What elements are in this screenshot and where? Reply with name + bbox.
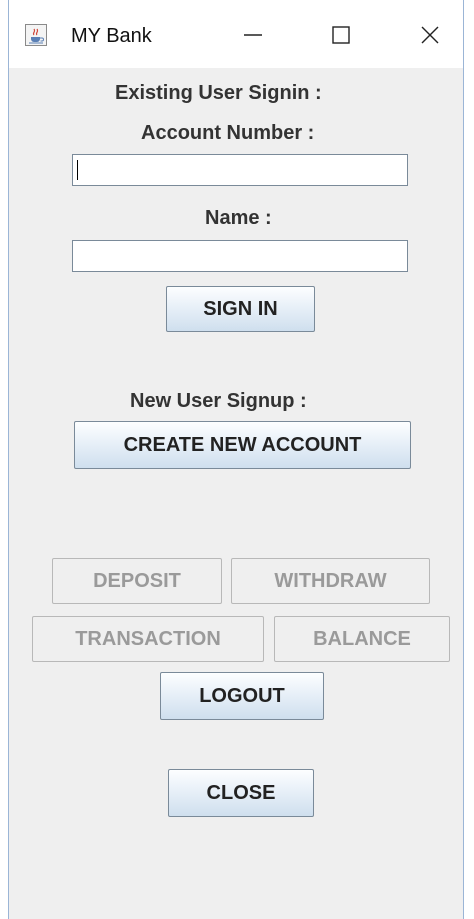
sign-in-button[interactable]: SIGN IN	[166, 286, 315, 332]
account-number-input[interactable]	[72, 154, 408, 186]
balance-button[interactable]: BALANCE	[274, 616, 450, 662]
withdraw-button[interactable]: WITHDRAW	[231, 558, 430, 604]
close-window-button[interactable]	[403, 14, 457, 56]
app-window: MY Bank Existing User Signin : Account N…	[0, 0, 474, 919]
maximize-icon	[332, 26, 350, 44]
minimize-button[interactable]	[226, 14, 280, 56]
logout-button[interactable]: LOGOUT	[160, 672, 324, 720]
title-bar[interactable]: MY Bank	[9, 0, 463, 68]
name-input[interactable]	[72, 240, 408, 272]
deposit-button[interactable]: DEPOSIT	[52, 558, 222, 604]
name-label: Name :	[205, 207, 272, 229]
maximize-button[interactable]	[314, 14, 368, 56]
close-button[interactable]: CLOSE	[168, 769, 314, 817]
main-panel: Existing User Signin : Account Number : …	[9, 68, 463, 919]
window-title: MY Bank	[71, 25, 152, 47]
java-cup-icon	[25, 24, 47, 46]
close-icon	[421, 26, 439, 44]
signin-heading: Existing User Signin :	[115, 82, 322, 104]
minimize-icon	[244, 34, 262, 36]
account-number-label: Account Number :	[141, 122, 315, 144]
transaction-button[interactable]: TRANSACTION	[32, 616, 264, 662]
create-new-account-button[interactable]: CREATE NEW ACCOUNT	[74, 421, 411, 469]
signup-heading: New User Signup :	[130, 390, 307, 412]
text-caret	[77, 160, 78, 180]
